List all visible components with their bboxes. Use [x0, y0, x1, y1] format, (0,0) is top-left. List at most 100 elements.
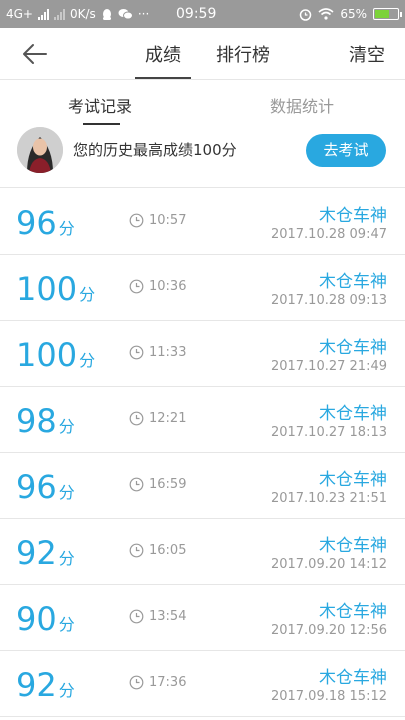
- tab-ranking[interactable]: 排行榜: [216, 41, 270, 67]
- record-row[interactable]: 96 分 16:59 木仓车神 2017.10.23 21:51: [0, 453, 405, 519]
- score-number: 92: [16, 666, 57, 704]
- status-bar: 4G+ 0K/s ··· 09:59 65%: [0, 0, 405, 28]
- take-exam-button[interactable]: 去考试: [306, 134, 386, 167]
- score-value: 96 分: [16, 469, 75, 511]
- score-value: 92 分: [16, 535, 75, 577]
- score-unit: 分: [58, 549, 75, 568]
- best-score-banner: 您的历史最高成绩100分 去考试: [0, 125, 405, 188]
- clock-icon: [129, 279, 144, 294]
- score-unit: 分: [58, 417, 75, 436]
- duration-text: 11:33: [149, 345, 187, 360]
- best-score-text: 您的历史最高成绩100分: [73, 141, 237, 159]
- user-name: 木仓车神: [319, 206, 387, 226]
- duration: 10:36: [129, 279, 186, 294]
- qq-icon: [102, 8, 111, 20]
- user-name: 木仓车神: [319, 272, 387, 292]
- record-row[interactable]: 92 分 17:36 木仓车神 2017.09.18 15:12: [0, 651, 405, 717]
- clock-icon: [129, 411, 144, 426]
- user-name: 木仓车神: [319, 338, 387, 358]
- duration: 10:57: [129, 213, 186, 228]
- record-row[interactable]: 90 分 13:54 木仓车神 2017.09.20 12:56: [0, 585, 405, 651]
- score-number: 100: [16, 336, 78, 374]
- network-speed: 0K/s: [70, 7, 96, 21]
- signal-2-icon: [54, 8, 65, 20]
- duration-text: 12:21: [149, 411, 187, 426]
- record-datetime: 2017.10.27 21:49: [270, 359, 387, 374]
- clock-icon: [129, 213, 144, 228]
- score-number: 96: [16, 468, 57, 506]
- duration-text: 16:59: [149, 477, 187, 492]
- score-unit: 分: [79, 285, 96, 304]
- alarm-icon: [300, 8, 312, 21]
- back-arrow-icon[interactable]: [18, 40, 50, 68]
- record-row[interactable]: 92 分 16:05 木仓车神 2017.09.20 14:12: [0, 519, 405, 585]
- score-number: 100: [16, 270, 78, 308]
- duration: 17:36: [129, 675, 186, 690]
- tab-scores[interactable]: 成绩: [145, 41, 181, 67]
- duration: 12:21: [129, 411, 186, 426]
- duration: 16:59: [129, 477, 186, 492]
- score-unit: 分: [58, 483, 75, 502]
- tab-statistics[interactable]: 数据统计: [270, 93, 334, 117]
- clear-button[interactable]: 清空: [349, 41, 385, 67]
- duration-text: 17:36: [149, 675, 187, 690]
- clock-icon: [129, 609, 144, 624]
- record-datetime: 2017.10.23 21:51: [270, 491, 387, 506]
- clock-icon: [129, 345, 144, 360]
- clock-icon: [129, 675, 144, 690]
- duration-text: 16:05: [149, 543, 187, 558]
- clock-icon: [129, 543, 144, 558]
- wechat-icon: [118, 9, 133, 20]
- record-row[interactable]: 100 分 10:36 木仓车神 2017.10.28 09:13: [0, 255, 405, 321]
- score-number: 98: [16, 402, 57, 440]
- record-datetime: 2017.10.28 09:13: [270, 293, 387, 308]
- score-value: 90 分: [16, 601, 75, 643]
- score-number: 96: [16, 204, 57, 242]
- duration-text: 10:36: [149, 279, 187, 294]
- record-datetime: 2017.09.18 15:12: [270, 689, 387, 704]
- battery-fill: [375, 10, 390, 18]
- battery-percent: 65%: [340, 7, 367, 21]
- score-unit: 分: [79, 351, 96, 370]
- record-row[interactable]: 100 分 11:33 木仓车神 2017.10.27 21:49: [0, 321, 405, 387]
- sub-tabs: 考试记录 数据统计: [0, 81, 405, 125]
- user-name: 木仓车神: [319, 602, 387, 622]
- clock-time: 09:59: [176, 6, 217, 22]
- score-unit: 分: [58, 615, 75, 634]
- record-datetime: 2017.10.28 09:47: [270, 227, 387, 242]
- signal-icon: [38, 8, 49, 20]
- top-bar: 成绩 排行榜 清空: [0, 28, 405, 80]
- score-unit: 分: [58, 219, 75, 238]
- battery-icon: [373, 8, 402, 20]
- user-name: 木仓车神: [319, 536, 387, 556]
- score-number: 92: [16, 534, 57, 572]
- record-datetime: 2017.10.27 18:13: [270, 425, 387, 440]
- score-value: 96 分: [16, 205, 75, 247]
- record-row[interactable]: 96 分 10:57 木仓车神 2017.10.28 09:47: [0, 189, 405, 255]
- network-type: 4G+: [6, 7, 33, 21]
- avatar: [17, 127, 63, 173]
- wifi-icon: [318, 8, 334, 20]
- more-indicator: ···: [137, 7, 150, 21]
- duration-text: 13:54: [149, 609, 187, 624]
- tab-exam-records[interactable]: 考试记录: [68, 93, 132, 117]
- record-list: 96 分 10:57 木仓车神 2017.10.28 09:47 100 分 10:36 木仓车…: [0, 189, 405, 717]
- clock-icon: [129, 477, 144, 492]
- record-datetime: 2017.09.20 14:12: [270, 557, 387, 572]
- user-name: 木仓车神: [319, 404, 387, 424]
- status-left: 4G+ 0K/s ···: [6, 7, 176, 21]
- record-datetime: 2017.09.20 12:56: [270, 623, 387, 638]
- score-value: 100 分: [16, 337, 95, 379]
- user-name: 木仓车神: [319, 470, 387, 490]
- record-row[interactable]: 98 分 12:21 木仓车神 2017.10.27 18:13: [0, 387, 405, 453]
- active-tab-indicator: [135, 77, 191, 79]
- duration: 11:33: [129, 345, 186, 360]
- score-value: 100 分: [16, 271, 95, 313]
- status-right: 65%: [299, 7, 402, 21]
- user-name: 木仓车神: [319, 668, 387, 688]
- duration: 13:54: [129, 609, 186, 624]
- score-unit: 分: [58, 681, 75, 700]
- score-value: 98 分: [16, 403, 75, 445]
- duration-text: 10:57: [149, 213, 187, 228]
- duration: 16:05: [129, 543, 186, 558]
